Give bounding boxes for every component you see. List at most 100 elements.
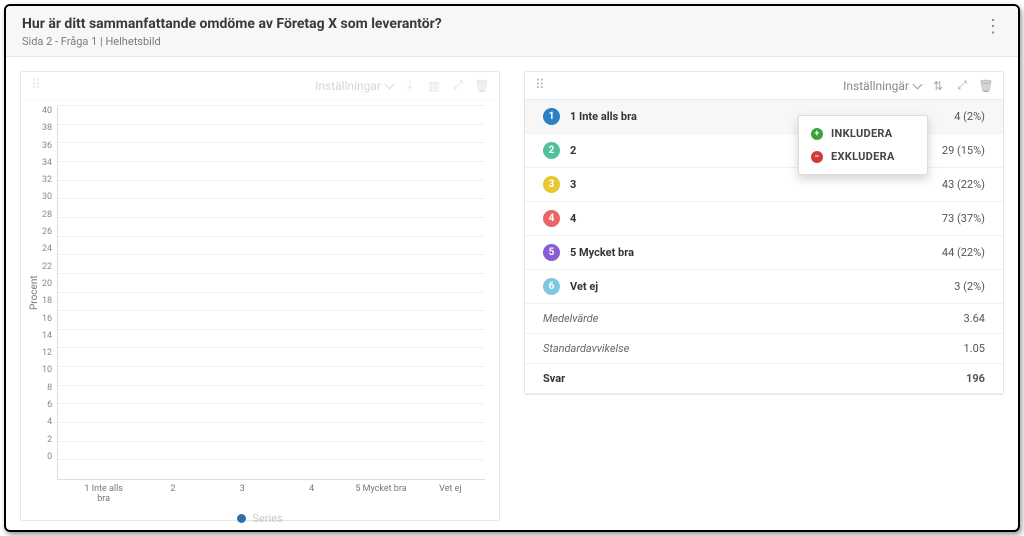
grid-line xyxy=(58,161,485,162)
y-tick: 2 xyxy=(47,435,52,445)
page-subtitle: Sida 2 - Fråga 1 | Helhetsbild xyxy=(22,35,442,48)
table-row[interactable]: 6Vet ej3 (2%) xyxy=(525,270,1003,304)
x-tick: 1 Inte alls bra xyxy=(78,484,130,504)
x-tick: 2 xyxy=(147,484,199,504)
grid-line xyxy=(58,180,485,181)
grid-line xyxy=(58,217,485,218)
row-label: 1 Inte alls bra xyxy=(570,110,637,123)
grid-line xyxy=(58,310,485,311)
drag-handle-icon[interactable]: ⠿ xyxy=(31,78,38,93)
table-row[interactable]: 2229 (15%) xyxy=(525,134,1003,168)
grid-line xyxy=(58,441,485,442)
expand-icon[interactable]: ⤢ xyxy=(451,79,465,93)
y-tick: 26 xyxy=(42,227,52,237)
settings-label: Inställningär xyxy=(843,79,909,93)
row-label: 5 Mycket bra xyxy=(570,246,634,259)
y-tick: 28 xyxy=(42,210,52,220)
stat-row: Medelvärde3.64 xyxy=(525,304,1003,334)
chevron-down-icon xyxy=(385,79,395,89)
grid-line xyxy=(58,366,485,367)
grid-line xyxy=(58,422,485,423)
include-label: INKLUDERA xyxy=(831,127,892,140)
grid-line xyxy=(58,385,485,386)
settings-label: Inställningar xyxy=(315,79,381,93)
row-value: 43 (22%) xyxy=(942,178,985,191)
y-tick: 6 xyxy=(47,400,52,410)
chart-panel: ⠿ Inställningar ⤓ ▥ ⤢ 🗑 Procent 40383634… xyxy=(20,71,500,521)
stat-row: Standardavvikelse1.05 xyxy=(525,334,1003,364)
x-tick: 5 Mycket bra xyxy=(355,484,407,504)
row-value: 4 (2%) xyxy=(954,110,985,123)
row-value: 3 (2%) xyxy=(954,280,985,293)
table-toolbar: ⠿ Inställningär ⇅ ⤢ 🗑 xyxy=(525,72,1003,100)
x-axis-ticks: 1 Inte alls bra 234 5 Mycket bra Vet ej xyxy=(69,480,485,504)
rank-badge: 2 xyxy=(543,142,560,159)
y-tick: 8 xyxy=(47,383,52,393)
row-left: 5 5 Mycket bra xyxy=(543,244,634,261)
y-tick: 22 xyxy=(42,262,52,272)
y-tick: 36 xyxy=(42,141,52,151)
more-menu-icon[interactable]: ⋮ xyxy=(984,16,1002,36)
page-header: Hur är ditt sammanfattande omdöme av För… xyxy=(6,6,1018,57)
expand-icon[interactable]: ⤢ xyxy=(955,79,969,93)
x-tick: Vet ej xyxy=(424,484,476,504)
download-icon[interactable]: ⤓ xyxy=(403,79,417,93)
table-settings-button[interactable]: Inställningär xyxy=(843,79,921,93)
grid-line xyxy=(58,403,485,404)
row-label: 4 xyxy=(570,212,576,225)
stat-value: 3.64 xyxy=(964,312,985,325)
y-tick: 24 xyxy=(42,244,52,254)
stat-label: Svar xyxy=(543,372,565,385)
content-columns: ⠿ Inställningar ⤓ ▥ ⤢ 🗑 Procent 40383634… xyxy=(6,57,1018,532)
stat-value: 196 xyxy=(966,372,985,385)
row-left: 33 xyxy=(543,176,576,193)
y-tick: 12 xyxy=(42,348,52,358)
table-row[interactable]: 55 Mycket bra44 (22%) xyxy=(525,236,1003,270)
stat-value: 1.05 xyxy=(964,342,985,355)
y-tick: 32 xyxy=(42,175,52,185)
chart-settings-button[interactable]: Inställningar xyxy=(315,79,393,93)
chart-type-icon[interactable]: ▥ xyxy=(427,79,441,93)
include-icon: + xyxy=(811,128,823,140)
grid-line xyxy=(58,105,485,106)
y-axis-ticks: 4038363432302826242220181614121086420 xyxy=(42,106,57,480)
y-tick: 18 xyxy=(42,296,52,306)
download-icon[interactable]: ⇅ xyxy=(931,79,945,93)
chart-area: Procent 40383634323028262422201816141210… xyxy=(21,100,499,480)
exclude-option[interactable]: − EXKLUDERA xyxy=(799,145,927,168)
row-label: 3 xyxy=(570,178,576,191)
y-axis-label: Procent xyxy=(27,106,42,480)
table-row[interactable]: 4473 (37%) xyxy=(525,202,1003,236)
y-tick: 20 xyxy=(42,279,52,289)
include-option[interactable]: + INKLUDERA xyxy=(799,122,927,145)
header-titles: Hur är ditt sammanfattande omdöme av För… xyxy=(22,16,442,48)
row-left: 22 xyxy=(543,142,576,159)
grid-line xyxy=(58,347,485,348)
page-title: Hur är ditt sammanfattande omdöme av För… xyxy=(22,16,442,32)
grid-line xyxy=(58,142,485,143)
chevron-down-icon xyxy=(913,79,923,89)
stat-row: Svar 196 xyxy=(525,364,1003,394)
rank-badge: 6 xyxy=(543,278,560,295)
legend-marker xyxy=(237,514,246,523)
delete-icon[interactable]: 🗑 xyxy=(475,79,489,93)
exclude-label: EXKLUDERA xyxy=(831,150,895,163)
grid-line xyxy=(58,254,485,255)
row-left: 44 xyxy=(543,210,576,227)
y-tick: 38 xyxy=(42,123,52,133)
rank-badge: 5 xyxy=(543,244,560,261)
chart-toolbar: ⠿ Inställningar ⤓ ▥ ⤢ 🗑 xyxy=(21,72,499,100)
y-tick: 16 xyxy=(42,314,52,324)
grid-line xyxy=(58,236,485,237)
y-tick: 10 xyxy=(42,365,52,375)
rank-badge: 4 xyxy=(543,210,560,227)
rank-badge: 3 xyxy=(543,176,560,193)
x-tick: 4 xyxy=(286,484,338,504)
grid-line xyxy=(58,273,485,274)
delete-icon[interactable]: 🗑 xyxy=(979,79,993,93)
table-row[interactable]: 11 Inte alls bra4 (2%) xyxy=(525,100,1003,134)
drag-handle-icon[interactable]: ⠿ xyxy=(535,78,542,93)
data-table: 11 Inte alls bra4 (2%)2229 (15%)3343 (22… xyxy=(525,100,1003,394)
table-row[interactable]: 33 43 (22%) xyxy=(525,168,1003,202)
x-tick: 3 xyxy=(216,484,268,504)
